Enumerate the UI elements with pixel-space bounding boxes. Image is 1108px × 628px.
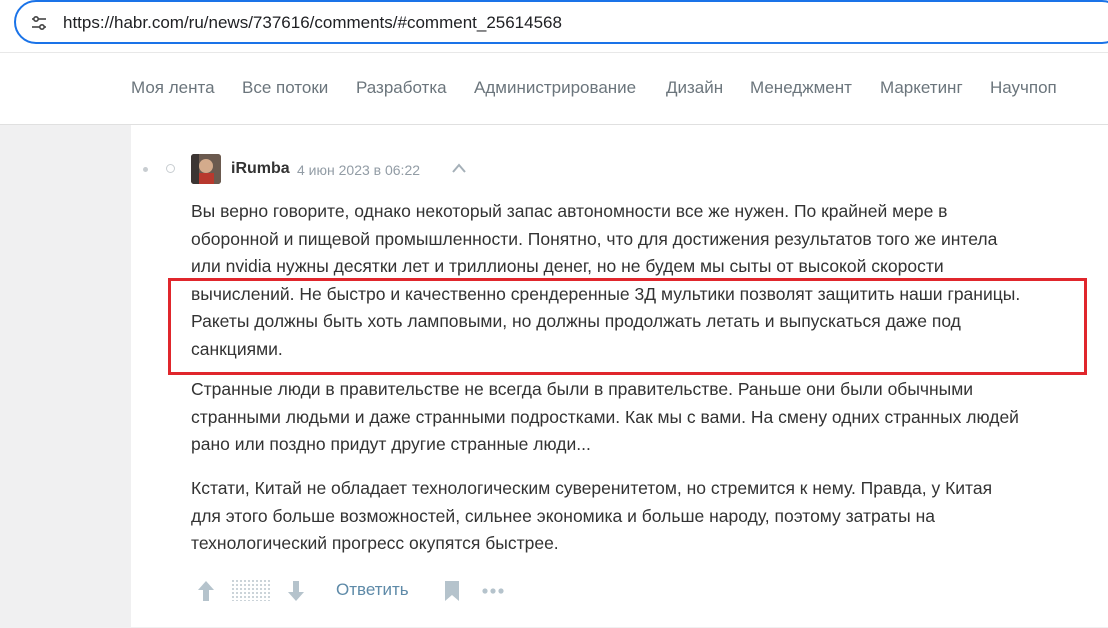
nav-item-management[interactable]: Менеджмент [750, 78, 852, 98]
chevron-up-icon[interactable] [451, 162, 467, 174]
top-navigation: Моя лента Все потоки Разработка Админист… [0, 52, 1108, 125]
paragraph-line: для этого больше возможностей, сильнее э… [191, 505, 935, 526]
nav-item-all-streams[interactable]: Все потоки [242, 78, 328, 98]
nav-item-design[interactable]: Дизайн [666, 78, 723, 98]
paragraph-line: рано или поздно придут другие странные л… [191, 434, 591, 454]
thread-level-dot [143, 167, 148, 172]
nav-item-popsci[interactable]: Научпоп [990, 78, 1057, 98]
comment-date[interactable]: 4 июн 2023 в 06:22 [297, 162, 420, 178]
nav-item-administration[interactable]: Администрирование [474, 78, 636, 98]
nav-item-development[interactable]: Разработка [356, 78, 447, 98]
paragraph-line: или nvidia нужны десятки лет и триллионы… [191, 256, 944, 276]
nav-item-marketing[interactable]: Маркетинг [880, 78, 963, 98]
comment-author[interactable]: iRumba [231, 160, 290, 178]
paragraph-line: технологический прогресс окупятся быстре… [191, 533, 559, 553]
paragraph-line: Вы верно говорите, однако некоторый запа… [191, 201, 948, 221]
vote-score-hidden [231, 579, 271, 601]
comment-paragraph-2: Странные люди в правительстве не всегда … [191, 376, 1091, 459]
browser-toolbar: https://habr.com/ru/news/737616/comments… [0, 0, 1108, 52]
paragraph-line: оборонной и пищевой промышленности. Поня… [191, 228, 998, 249]
avatar-image [191, 154, 221, 184]
more-icon[interactable] [482, 588, 504, 594]
nav-item-my-feed[interactable]: Моя лента [131, 78, 215, 98]
comment-paragraph-3: Кстати, Китай не обладает технологически… [191, 475, 1091, 558]
site-settings-icon[interactable] [30, 14, 48, 32]
paragraph-line: Кстати, Китай не обладает технологически… [191, 478, 993, 498]
thread-level-ring [166, 164, 175, 173]
paragraph-line: Странные люди в правительстве не всегда … [191, 379, 974, 399]
address-bar[interactable]: https://habr.com/ru/news/737616/comments… [14, 0, 1108, 44]
reply-button[interactable]: Ответить [336, 580, 409, 600]
avatar[interactable] [191, 154, 221, 184]
arrow-up-icon[interactable] [197, 580, 215, 602]
paragraph-line: странными людьми и даже странными подрос… [191, 406, 1019, 427]
url-text[interactable]: https://habr.com/ru/news/737616/comments… [63, 13, 562, 33]
arrow-down-icon[interactable] [287, 580, 305, 602]
bookmark-icon[interactable] [444, 580, 460, 602]
highlight-annotation-box [168, 278, 1087, 375]
